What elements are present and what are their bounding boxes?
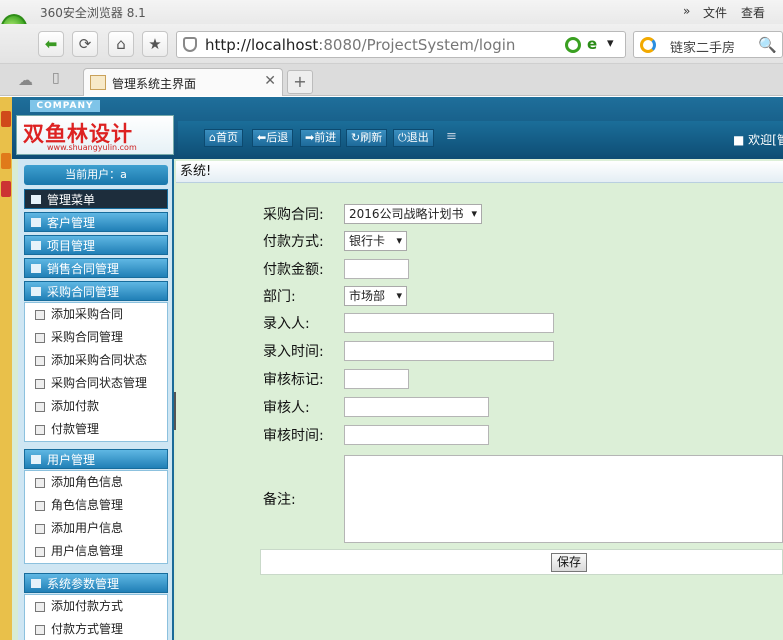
label-audit-mark: 审核标记:: [263, 372, 324, 388]
speed-mode-icon[interactable]: [565, 37, 581, 53]
main-content: 系统! 采购合同: 2016公司战略计划书 付款方式: 银行卡 付款金额: 部门…: [176, 159, 783, 640]
submenu-add-role[interactable]: 添加角色信息: [25, 471, 167, 494]
label-amount: 付款金额:: [263, 262, 324, 278]
submenu-pay-method-mgmt[interactable]: 付款方式管理: [25, 618, 167, 640]
sys-submenu: 添加付款方式 付款方式管理: [24, 594, 168, 640]
back-button[interactable]: ⬅后退: [252, 129, 294, 147]
amount-input[interactable]: [344, 259, 409, 279]
folder-icon: [31, 579, 41, 588]
cloud-icon[interactable]: ☁: [18, 71, 33, 89]
sidebar: 当前用户：a 管理菜单 客户管理 项目管理 销售合同管理 采购合同管理 添加采购…: [18, 159, 174, 640]
purchase-submenu: 添加采购合同 采购合同管理 添加采购合同状态 采购合同状态管理 添加付款 付款管…: [24, 302, 168, 442]
left-toolbar-strip: [0, 97, 12, 640]
sidebar-toggle-icon[interactable]: ▯: [52, 70, 60, 86]
page-favicon-icon: [90, 75, 106, 90]
top-nav-bar: ⌂首页 ⬅后退 ➡前进 ↻刷新 ⏻退出 ≡ ■ 欢迎[管理: [178, 121, 783, 155]
submenu-add-contract-status[interactable]: 添加采购合同状态: [25, 349, 167, 372]
close-tab-icon[interactable]: ✕: [264, 73, 276, 89]
submenu-purchase-contract-mgmt[interactable]: 采购合同管理: [25, 326, 167, 349]
browser-titlebar: 360安全浏览器 8.1 » 文件 查看: [0, 0, 783, 24]
shield-icon: [183, 37, 197, 52]
label-pay-method: 付款方式:: [263, 234, 324, 250]
dept-select[interactable]: 市场部: [344, 286, 407, 306]
tab-main[interactable]: 管理系统主界面 ✕: [83, 68, 283, 96]
label-audit-time: 审核时间:: [263, 428, 324, 444]
brand-logo: 双鱼林设计 www.shuangyulin.com: [16, 115, 174, 155]
side-tool-icon[interactable]: [1, 111, 11, 127]
submenu-contract-status-mgmt[interactable]: 采购合同状态管理: [25, 372, 167, 395]
favorite-star-icon[interactable]: ★: [142, 31, 168, 57]
submenu-user-mgmt[interactable]: 用户信息管理: [25, 540, 167, 563]
submenu-role-mgmt[interactable]: 角色信息管理: [25, 494, 167, 517]
tab-bar: ☁ ▯ 管理系统主界面 ✕ +: [0, 64, 783, 96]
forward-button[interactable]: ➡前进: [300, 129, 342, 147]
label-entered-by: 录入人:: [263, 316, 310, 332]
folder-icon: [31, 264, 41, 273]
folder-icon: [31, 287, 41, 296]
search-engine-icon[interactable]: [640, 37, 656, 53]
welcome-text: ■ 欢迎[管理: [733, 133, 783, 147]
folder-icon: [31, 241, 41, 250]
audit-time-input[interactable]: [344, 425, 489, 445]
sidebar-item-sales-contract[interactable]: 销售合同管理: [24, 258, 168, 278]
sidebar-item-purchase-contract[interactable]: 采购合同管理: [24, 281, 168, 301]
remarks-textarea[interactable]: [344, 455, 783, 543]
submenu-add-purchase-contract[interactable]: 添加采购合同: [25, 303, 167, 326]
address-bar[interactable]: http://localhost:8080/ProjectSystem/logi…: [176, 31, 626, 58]
sidebar-item-sys-params[interactable]: 系统参数管理: [24, 573, 168, 593]
site-header: COMPANY 双鱼林设计 www.shuangyulin.com ⌂首页 ⬅后…: [12, 97, 783, 159]
user-submenu: 添加角色信息 角色信息管理 添加用户信息 用户信息管理: [24, 470, 168, 564]
logout-button[interactable]: ⏻退出: [393, 129, 434, 147]
menu-lines-icon[interactable]: ≡: [446, 129, 457, 144]
pay-method-select[interactable]: 银行卡: [344, 231, 407, 251]
save-button[interactable]: 保存: [551, 553, 587, 572]
submenu-add-user[interactable]: 添加用户信息: [25, 517, 167, 540]
current-user: 当前用户：a: [24, 165, 168, 185]
sidebar-item-customer[interactable]: 客户管理: [24, 212, 168, 232]
side-tool-icon[interactable]: [1, 181, 11, 197]
browser-navbar: ⬅ ⟳ ⌂ ★ http://localhost:8080/ProjectSys…: [0, 24, 783, 64]
menu-file[interactable]: 文件: [703, 4, 727, 21]
submenu-add-pay-method[interactable]: 添加付款方式: [25, 595, 167, 618]
submenu-add-payment[interactable]: 添加付款: [25, 395, 167, 418]
new-tab-button[interactable]: +: [287, 70, 313, 94]
grid-icon: [31, 195, 41, 204]
label-entered-time: 录入时间:: [263, 344, 324, 360]
menu-chevron-icon[interactable]: »: [683, 4, 690, 18]
reload-icon[interactable]: ⟳: [72, 31, 98, 57]
label-contract: 采购合同:: [263, 207, 324, 223]
sidebar-item-user-mgmt[interactable]: 用户管理: [24, 449, 168, 469]
back-arrow-icon[interactable]: ⬅: [38, 31, 64, 57]
breadcrumb: 系统!: [176, 161, 783, 183]
entered-by-input[interactable]: [344, 313, 554, 333]
main-menu-header: 管理菜单: [24, 189, 168, 209]
web-page: COMPANY 双鱼林设计 www.shuangyulin.com ⌂首页 ⬅后…: [0, 97, 783, 640]
app-title: 360安全浏览器 8.1: [40, 6, 146, 20]
tab-title: 管理系统主界面: [112, 77, 197, 91]
ie-mode-icon[interactable]: e: [587, 37, 603, 53]
address-url[interactable]: http://localhost:8080/ProjectSystem/logi…: [205, 36, 515, 54]
home-icon[interactable]: ⌂: [108, 31, 134, 57]
contract-select[interactable]: 2016公司战略计划书: [344, 204, 482, 224]
search-box[interactable]: 链家二手房 🔍: [633, 31, 783, 58]
rss-icon[interactable]: [1, 153, 11, 169]
home-button[interactable]: ⌂首页: [204, 129, 243, 147]
refresh-button[interactable]: ↻刷新: [346, 129, 388, 147]
submenu-payment-mgmt[interactable]: 付款管理: [25, 418, 167, 441]
folder-icon: [31, 218, 41, 227]
sidebar-item-project[interactable]: 项目管理: [24, 235, 168, 255]
company-label: COMPANY: [30, 100, 100, 112]
menu-view[interactable]: 查看: [741, 4, 765, 21]
chevron-down-icon[interactable]: ▾: [607, 37, 623, 53]
label-dept: 部门:: [263, 289, 296, 305]
entered-time-input[interactable]: [344, 341, 554, 361]
auditor-input[interactable]: [344, 397, 489, 417]
label-auditor: 审核人:: [263, 400, 310, 416]
search-icon[interactable]: 🔍: [758, 36, 777, 54]
audit-mark-input[interactable]: [344, 369, 409, 389]
save-bar: 保存: [260, 549, 783, 575]
folder-icon: [31, 455, 41, 464]
label-remarks: 备注:: [263, 492, 296, 508]
search-input[interactable]: 链家二手房: [670, 37, 735, 56]
